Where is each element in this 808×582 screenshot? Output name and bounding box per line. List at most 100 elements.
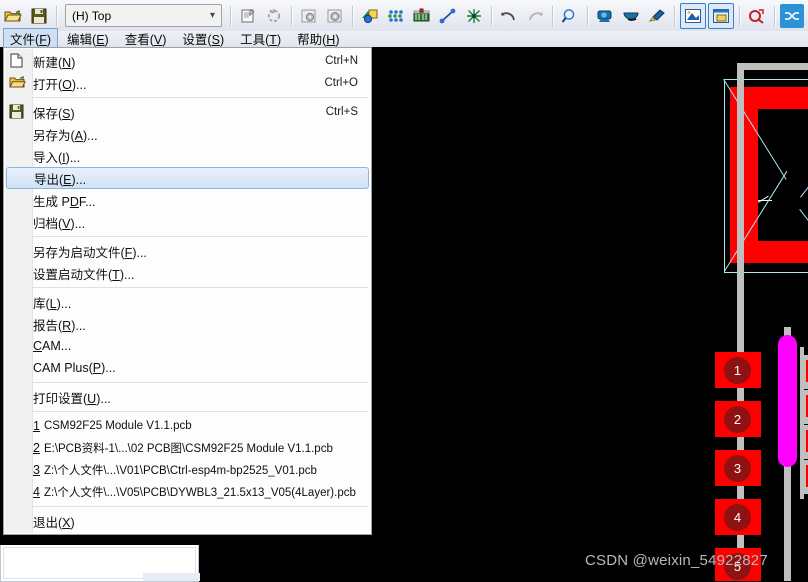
netlist-icon[interactable] xyxy=(780,3,804,28)
menu-item-14[interactable]: 报告(R)... xyxy=(4,313,371,335)
layer-select[interactable]: (H) Top ▾ xyxy=(65,4,222,27)
pcb-right-rail xyxy=(800,347,804,499)
chevron-down-icon[interactable]: ▾ xyxy=(204,10,221,21)
menu-item-18[interactable]: 打印设置(U)... xyxy=(4,386,371,408)
watermark-text: CSDN @weixin_54922827 xyxy=(585,552,768,569)
menu-separator xyxy=(33,506,368,507)
menu-edit-accel: E xyxy=(96,33,105,47)
save-disk-icon xyxy=(9,104,26,120)
bottom-panel-tab-strip[interactable] xyxy=(143,573,200,581)
menu-recent-file-1[interactable]: 1 CSM92F25 Module V1.1.pcb xyxy=(4,415,371,437)
menu-recent-label: Z:\个人文件\...\V05\PCB\DYWBL3_21.5x13_V05(4… xyxy=(43,487,356,499)
menu-item-label: 导入(I)... xyxy=(33,150,81,165)
menu-separator xyxy=(33,287,368,288)
file-menu-rows: 新建(N) Ctrl+N 打开(O)... Ctrl+O 保存(S) Ctrl+S 另存为(… xyxy=(4,50,371,532)
menu-view-label: 查看 xyxy=(124,33,150,47)
menu-item-1[interactable]: 打开(O)... Ctrl+O xyxy=(4,72,371,94)
menu-item-label: 打开(O)... xyxy=(33,77,87,92)
menu-recent-number: 4 xyxy=(33,485,40,499)
query-icon[interactable] xyxy=(745,4,769,28)
menu-item-label: 新建(N) xyxy=(33,55,76,70)
menu-item-label: 保存(S) xyxy=(33,106,75,121)
route-line-icon[interactable] xyxy=(436,4,460,28)
save-file-icon[interactable] xyxy=(27,4,51,28)
open-file-icon[interactable] xyxy=(1,4,25,28)
menu-item-label: 生成 PDF... xyxy=(33,194,96,209)
menu-item-4[interactable]: 另存为(A)... xyxy=(4,123,371,145)
menu-settings-accel: S xyxy=(211,33,220,47)
menu-help-accel: H xyxy=(326,33,336,47)
settings-a-icon[interactable] xyxy=(297,4,321,28)
properties-icon[interactable] xyxy=(236,4,260,28)
menu-item-8[interactable]: 归档(V)... xyxy=(4,211,371,233)
pcb-selected-trace-magenta xyxy=(778,335,797,467)
pour-polygon-icon[interactable] xyxy=(358,4,382,28)
menu-recent-file-3[interactable]: 3 Z:\个人文件\...\V01\PCB\Ctrl-esp4m-bp2525_… xyxy=(4,459,371,481)
zoom-icon[interactable] xyxy=(558,4,582,28)
toolbar-separator-5 xyxy=(491,5,492,26)
menu-item-label: 库(L)... xyxy=(33,296,72,311)
menu-bar: 文件(F) 编辑(E) 查看(V) 设置(S) 工具(T) 帮助(H) xyxy=(0,28,808,50)
menu-item-label: 导出(E)... xyxy=(34,172,87,187)
menu-separator xyxy=(33,97,368,98)
menu-item-label: 设置启动文件(T)... xyxy=(33,267,135,282)
menu-recent-file-2[interactable]: 2 E:\PCB资料-1\...\02 PCB图\CSM92F25 Module… xyxy=(4,437,371,459)
menu-item-label: 另存为启动文件(F)... xyxy=(33,245,147,260)
fanout-icon[interactable] xyxy=(462,4,486,28)
toolbar-separator-9 xyxy=(739,5,740,26)
menu-help-label: 帮助 xyxy=(297,33,323,47)
menu-tools-accel: T xyxy=(269,33,277,47)
refresh-icon[interactable] xyxy=(262,4,286,28)
toolbar-separator-4 xyxy=(352,5,353,26)
pcb-pin-label-3: 3 xyxy=(724,455,751,482)
menu-separator xyxy=(33,411,368,412)
vias-icon[interactable] xyxy=(384,4,408,28)
menu-recent-label: E:\PCB资料-1\...\02 PCB图\CSM92F25 Module V… xyxy=(43,443,333,455)
menu-tools-label: 工具 xyxy=(240,33,266,47)
redo-icon[interactable] xyxy=(523,4,547,28)
menu-item-label: 报告(R)... xyxy=(33,318,86,333)
menu-file-accel: F xyxy=(39,33,47,47)
toolbar-separator-7 xyxy=(587,5,588,26)
menu-item-7[interactable]: 生成 PDF... xyxy=(4,189,371,211)
pcb-trace-left-corner xyxy=(737,63,808,70)
pcb-pin-label-2: 2 xyxy=(724,406,751,433)
menu-item-13[interactable]: 库(L)... xyxy=(4,291,371,313)
highlight-icon[interactable] xyxy=(645,4,669,28)
toolbar-separator-3 xyxy=(291,5,292,26)
toolbar-separator-8 xyxy=(674,5,675,26)
menu-item-label: CAM Plus(P)... xyxy=(33,361,116,375)
file-menu-dropdown[interactable]: 新建(N) Ctrl+N 打开(O)... Ctrl+O 保存(S) Ctrl+S 另存为(… xyxy=(3,47,372,535)
menu-item-label: CAM... xyxy=(33,339,72,353)
menu-item-shortcut: Ctrl+S xyxy=(325,106,358,118)
menu-item-16[interactable]: CAM Plus(P)... xyxy=(4,357,371,379)
menu-item-shortcut: Ctrl+N xyxy=(325,55,358,67)
menu-item-5[interactable]: 导入(I)... xyxy=(4,145,371,167)
menu-item-label: 打印设置(U)... xyxy=(33,391,111,406)
menu-separator xyxy=(33,236,368,237)
menu-item-3[interactable]: 保存(S) Ctrl+S xyxy=(4,101,371,123)
menu-item-25[interactable]: 退出(X) xyxy=(4,510,371,532)
open-folder-icon xyxy=(9,75,26,91)
menu-item-15[interactable]: CAM... xyxy=(4,335,371,357)
rotate-icon[interactable] xyxy=(619,4,643,28)
menu-item-10[interactable]: 另存为启动文件(F)... xyxy=(4,240,371,262)
layer-view-icon[interactable] xyxy=(680,2,706,29)
menu-item-label: 归档(V)... xyxy=(33,216,86,231)
menu-recent-file-4[interactable]: 4 Z:\个人文件\...\V05\PCB\DYWBL3_21.5x13_V05… xyxy=(4,481,371,503)
menu-item-11[interactable]: 设置启动文件(T)... xyxy=(4,262,371,284)
menu-recent-label: CSM92F25 Module V1.1.pcb xyxy=(43,420,192,432)
settings-b-icon[interactable] xyxy=(323,4,347,28)
menu-recent-number: 3 xyxy=(33,463,40,477)
menu-item-label: 退出(X) xyxy=(33,515,75,530)
menu-item-6[interactable]: 导出(E)... xyxy=(6,167,369,189)
undo-icon[interactable] xyxy=(497,4,521,28)
components-icon[interactable] xyxy=(410,4,434,28)
pcb-pin-label-4: 4 xyxy=(724,504,751,531)
menu-recent-number: 1 xyxy=(33,419,40,433)
window-view-icon[interactable] xyxy=(708,2,734,29)
pan-icon[interactable] xyxy=(593,4,617,28)
menu-item-0[interactable]: 新建(N) Ctrl+N xyxy=(4,50,371,72)
application-window: (H) Top ▾ 文件(F) 编辑(E) 查看(V) 设置(S) 工具(T) … xyxy=(0,0,808,50)
new-document-icon xyxy=(9,53,26,69)
